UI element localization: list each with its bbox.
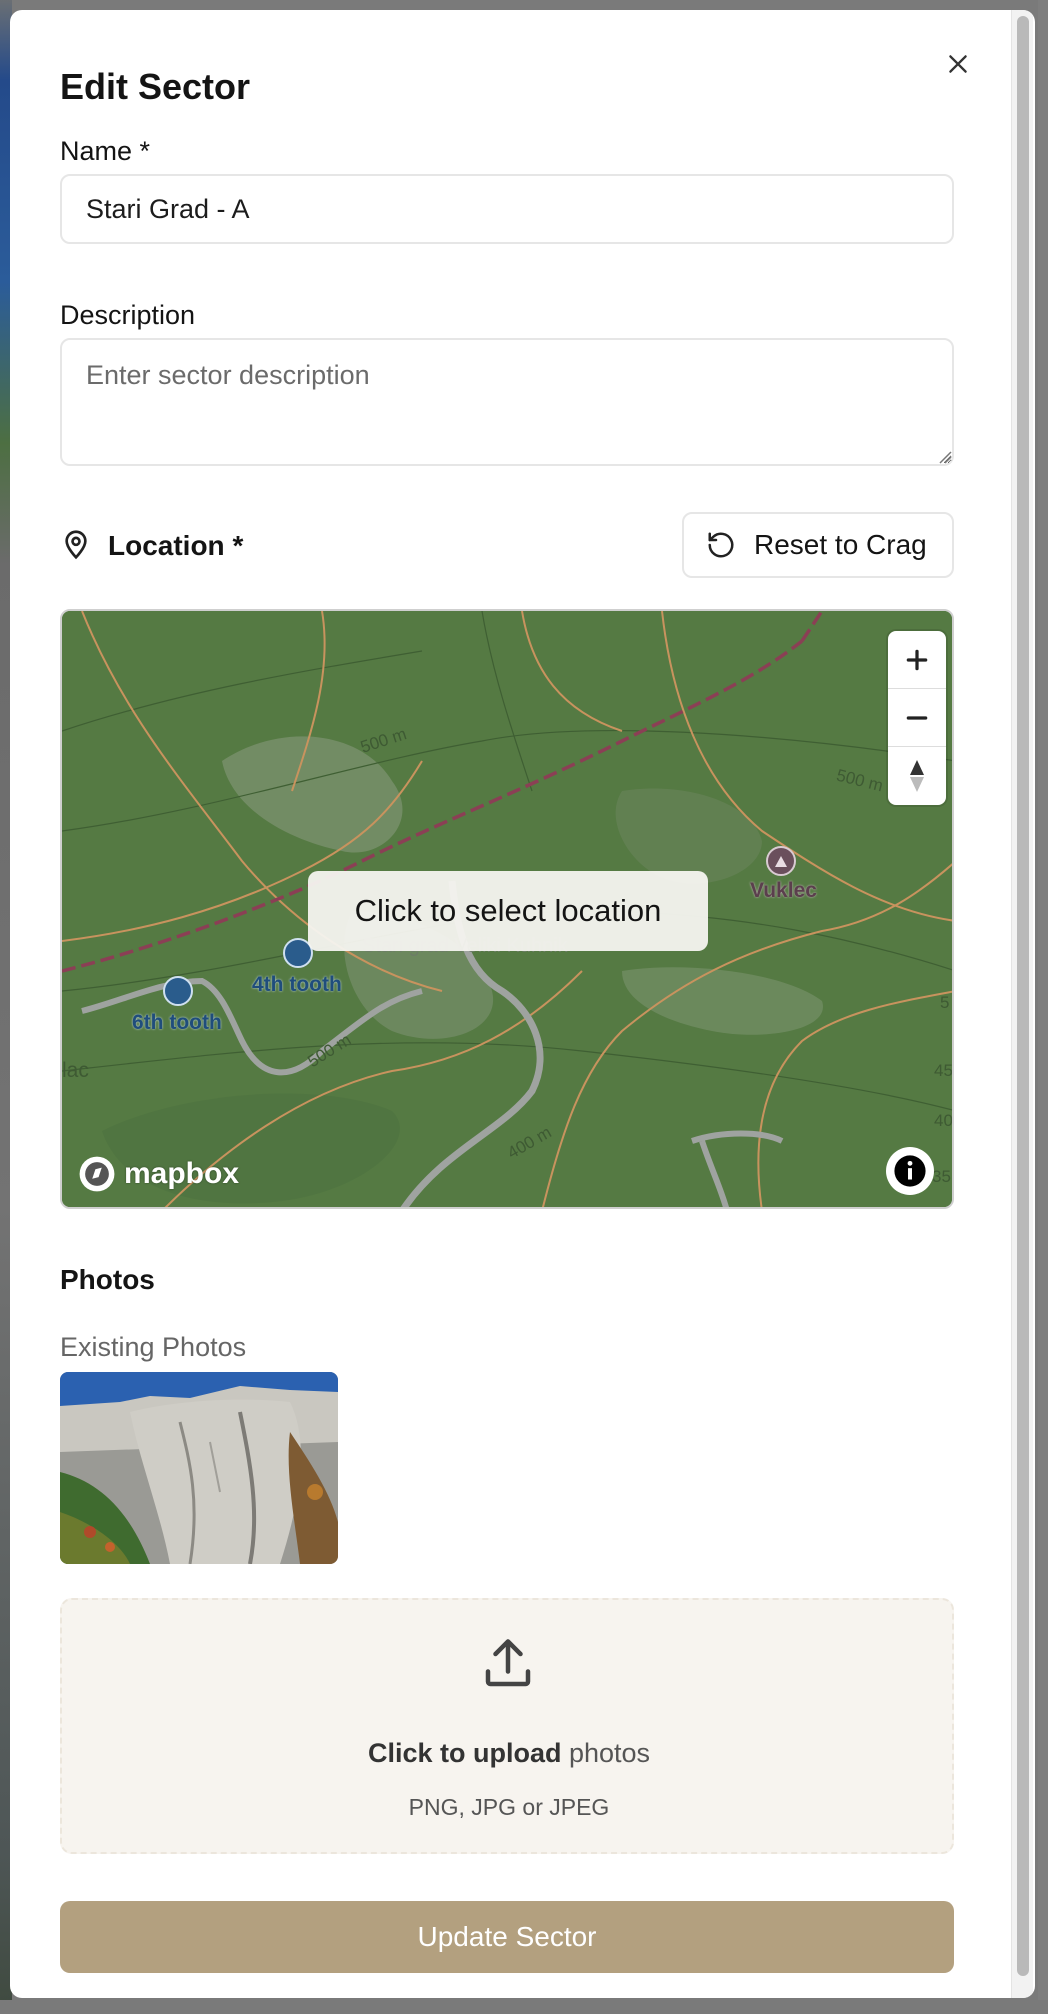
reset-button-label: Reset to Crag xyxy=(754,529,927,560)
map-pin-icon xyxy=(65,530,87,560)
mapbox-icon xyxy=(79,1156,115,1192)
photos-heading: Photos xyxy=(60,1264,155,1295)
map-label-vuklec: Vuklec xyxy=(750,879,817,902)
close-button[interactable] xyxy=(940,46,976,82)
map-label-edge: lac xyxy=(62,1059,89,1082)
map-label-edge: 45 xyxy=(934,1061,953,1080)
upload-text: Click to upload photos xyxy=(62,1738,956,1769)
map-zoom-controls xyxy=(888,631,946,805)
existing-photos-label: Existing Photos xyxy=(60,1332,247,1362)
plus-icon xyxy=(906,649,928,670)
zoom-out-button[interactable] xyxy=(888,689,946,747)
rotate-ccw-icon xyxy=(708,532,734,558)
crag-photo xyxy=(60,1372,338,1564)
location-label: Location * xyxy=(108,530,244,561)
modal-title: Edit Sector xyxy=(60,66,251,107)
map-label-edge: 35 xyxy=(932,1167,951,1186)
upload-formats: PNG, JPG or JPEG xyxy=(408,1794,610,1820)
reset-to-crag-button[interactable]: Reset to Crag xyxy=(682,512,954,578)
scrollbar-thumb[interactable] xyxy=(1017,16,1029,1976)
minus-icon xyxy=(906,715,928,720)
mapbox-logo: mapbox xyxy=(78,1155,239,1193)
description-textarea[interactable] xyxy=(60,338,954,466)
scrollbar[interactable] xyxy=(1011,10,1033,1998)
map-info-button[interactable] xyxy=(886,1147,934,1195)
zoom-in-button[interactable] xyxy=(888,631,946,689)
location-map[interactable]: Vuklec 4th tooth 6th tooth Stari grad Ve… xyxy=(60,609,954,1209)
upload-icon xyxy=(485,1639,531,1687)
info-icon xyxy=(894,1155,926,1187)
map-label-4th-tooth: 4th tooth xyxy=(252,973,342,996)
edit-sector-modal: Edit Sector Name * Description Location … xyxy=(10,10,1035,1998)
name-input[interactable] xyxy=(60,174,954,244)
map-label-edge: 5 xyxy=(940,993,950,1012)
upload-text-rest: photos xyxy=(561,1738,651,1768)
upload-link-text[interactable]: Click to upload xyxy=(368,1738,562,1768)
existing-photo-thumbnail[interactable] xyxy=(60,1372,338,1564)
backdrop-right xyxy=(1038,0,1048,2014)
update-sector-button[interactable]: Update Sector xyxy=(60,1901,954,1973)
compass-reset-button[interactable] xyxy=(888,747,946,805)
photo-upload-dropzone[interactable]: Click to upload photos PNG, JPG or JPEG xyxy=(60,1598,954,1854)
description-label: Description xyxy=(60,300,196,330)
select-location-overlay: Click to select location xyxy=(308,871,708,951)
name-label: Name * xyxy=(60,136,151,166)
resize-grip-icon[interactable] xyxy=(938,450,952,464)
compass-icon xyxy=(910,760,924,792)
map-label-6th-tooth: 6th tooth xyxy=(132,1011,222,1034)
map-label-edge: 40 xyxy=(934,1111,953,1130)
backdrop-bottom xyxy=(0,2000,1048,2014)
mapbox-wordmark: mapbox xyxy=(124,1157,240,1190)
close-icon xyxy=(949,55,967,73)
